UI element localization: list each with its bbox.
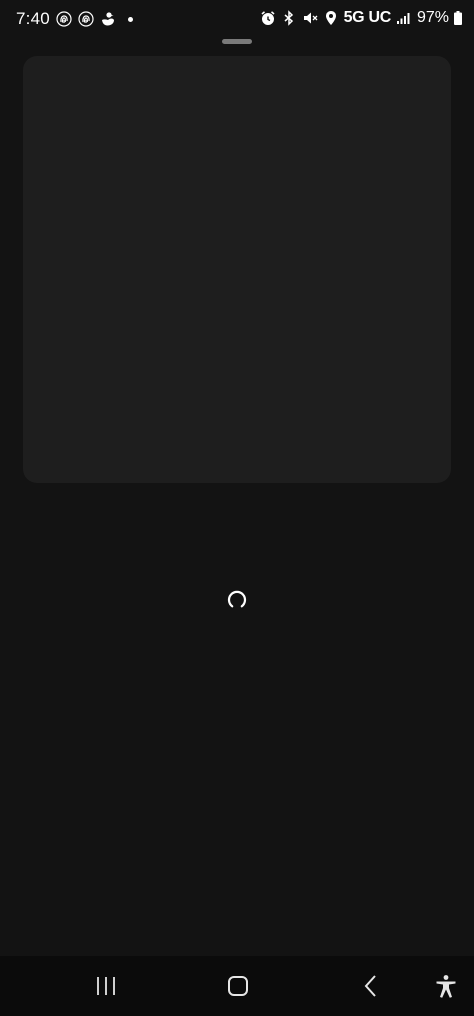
loading-spinner-icon	[227, 590, 247, 610]
bluetooth-icon	[281, 10, 297, 26]
recent-apps-icon[interactable]	[93, 973, 119, 999]
network-type: 5G UC	[343, 9, 392, 26]
sheet-drag-handle[interactable]	[222, 39, 252, 44]
accessibility-icon[interactable]	[433, 973, 459, 999]
fingerprint-icon	[56, 11, 72, 27]
status-time: 7:40	[16, 9, 50, 28]
status-bar: 7:40 5G UC 97%	[0, 0, 474, 40]
navigation-bar	[0, 956, 474, 1016]
duck-icon	[100, 11, 116, 27]
battery-icon	[454, 11, 462, 25]
mute-icon	[302, 10, 318, 26]
notification-dot	[127, 16, 133, 22]
home-icon[interactable]	[225, 973, 251, 999]
back-icon[interactable]	[358, 973, 384, 999]
preview-card	[23, 56, 451, 483]
fingerprint-icon	[78, 11, 94, 27]
location-icon	[323, 10, 339, 26]
signal-icon	[396, 10, 412, 26]
status-left: 7:40	[16, 9, 133, 29]
alarm-icon	[260, 10, 276, 26]
status-right: 5G UC 97%	[260, 9, 462, 27]
battery-level: 97%	[416, 9, 449, 26]
